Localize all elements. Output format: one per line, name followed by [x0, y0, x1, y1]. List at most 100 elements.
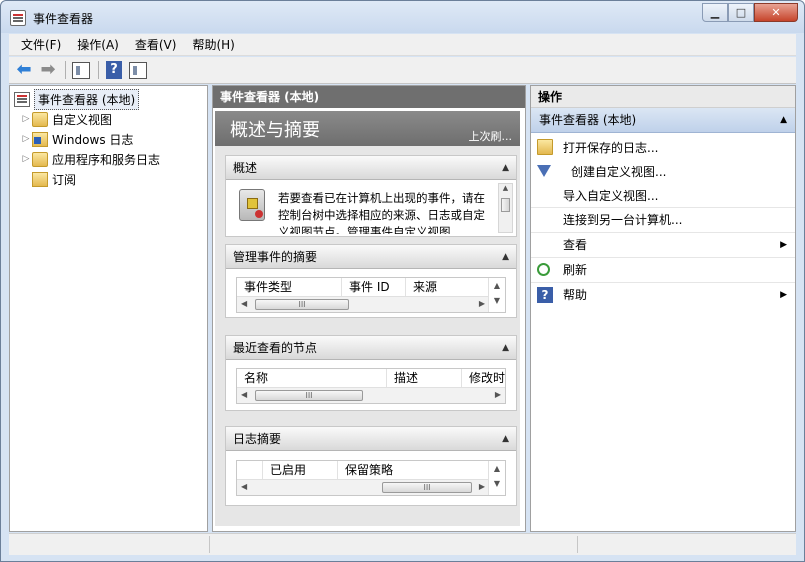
- column-header[interactable]: 来源: [406, 278, 488, 296]
- action-create-custom-view[interactable]: 创建自定义视图...: [531, 159, 795, 183]
- scroll-thumb[interactable]: III: [255, 299, 349, 310]
- column-header[interactable]: 名称: [237, 369, 387, 387]
- tree-item-app-service-logs[interactable]: ▷ 应用程序和服务日志: [20, 149, 160, 169]
- expand-icon[interactable]: ▷: [20, 154, 32, 164]
- collapse-icon[interactable]: ▲: [502, 156, 509, 180]
- help-icon: ?: [106, 61, 122, 79]
- overview-section: 概述 ▲ 若要查看已在计算机上出现的事件，请在控制台树中选择相应的来源、日志或自…: [225, 155, 517, 237]
- column-header[interactable]: 修改时: [462, 369, 507, 387]
- actions-group-label: 事件查看器 (本地): [539, 113, 637, 127]
- status-divider: [577, 536, 578, 553]
- collapse-icon[interactable]: ▲: [502, 245, 509, 269]
- center-header: 事件查看器 (本地): [213, 86, 525, 108]
- grid-header: 已启用 保留策略: [237, 461, 488, 479]
- grid-header: 事件类型 事件 ID 来源: [237, 278, 488, 296]
- recent-nodes-grid: 名称 描述 修改时 ◀ III ▶: [236, 368, 506, 404]
- overview-scrollbar[interactable]: ▲: [498, 183, 513, 233]
- scroll-right-icon[interactable]: ▶: [495, 390, 501, 399]
- section-title: 最近查看的节点: [233, 341, 318, 355]
- action-import-custom-view[interactable]: 导入自定义视图...: [531, 183, 795, 207]
- horizontal-scrollbar[interactable]: ◀ III ▶: [237, 387, 505, 403]
- column-header[interactable]: 已启用: [263, 461, 338, 479]
- open-folder-icon: [537, 139, 553, 155]
- tree-item-label: Windows 日志: [52, 132, 134, 147]
- help-button[interactable]: ?: [103, 59, 125, 81]
- overview-section-header[interactable]: 概述 ▲: [226, 156, 516, 180]
- collapse-icon[interactable]: ▲: [502, 427, 509, 451]
- scroll-up-icon[interactable]: ▲: [499, 184, 512, 192]
- menu-action[interactable]: 操作(A): [69, 34, 127, 56]
- column-header[interactable]: [237, 461, 263, 479]
- horizontal-scrollbar[interactable]: ◀ III ▶: [237, 479, 489, 495]
- actions-group-header[interactable]: 事件查看器 (本地) ▲: [531, 108, 795, 133]
- menu-view[interactable]: 查看(V): [127, 34, 185, 56]
- forward-button[interactable]: ➡: [37, 59, 59, 81]
- scroll-right-icon[interactable]: ▶: [479, 299, 485, 308]
- tree-item-windows-logs[interactable]: ▷ Windows 日志: [20, 129, 133, 149]
- scroll-thumb[interactable]: [501, 198, 510, 212]
- blank-icon: [537, 212, 553, 228]
- action-refresh[interactable]: 刷新: [531, 257, 795, 281]
- overview-title: 概述与摘要: [230, 120, 320, 141]
- grid-header: 名称 描述 修改时: [237, 369, 507, 387]
- title-bar[interactable]: 事件查看器 ▁ □ ✕: [1, 1, 804, 33]
- scroll-right-icon[interactable]: ▶: [479, 482, 485, 491]
- tree-root[interactable]: 事件查看器 (本地): [14, 88, 140, 110]
- action-help[interactable]: ? 帮助 ▶: [531, 282, 795, 306]
- expand-icon[interactable]: ▷: [20, 114, 32, 124]
- section-title: 概述: [233, 161, 258, 175]
- last-refresh-link[interactable]: 上次刷...: [469, 128, 513, 144]
- minimize-button[interactable]: ▁: [702, 3, 728, 22]
- submenu-arrow-icon: ▶: [780, 289, 787, 300]
- action-label: 刷新: [563, 263, 588, 277]
- menu-file[interactable]: 文件(F): [13, 34, 69, 56]
- action-label: 帮助: [563, 288, 588, 302]
- actions-header: 操作: [531, 86, 795, 108]
- scroll-left-icon[interactable]: ◀: [241, 299, 247, 308]
- blank-icon: [537, 187, 553, 203]
- toolbar: ⬅ ➡ ?: [9, 57, 796, 84]
- console-tree: 事件查看器 (本地) ▷ 自定义视图 ▷ Windows 日志 ▷ 应用程序和服…: [9, 85, 208, 532]
- show-hide-tree-button[interactable]: [70, 59, 92, 81]
- center-body: 概述 ▲ 若要查看已在计算机上出现的事件，请在控制台树中选择相应的来源、日志或自…: [215, 146, 520, 526]
- action-label: 创建自定义视图...: [571, 164, 667, 179]
- expand-icon[interactable]: ▷: [20, 134, 32, 144]
- maximize-button[interactable]: □: [728, 3, 754, 22]
- column-header[interactable]: 保留策略: [338, 461, 488, 479]
- collapse-icon[interactable]: ▲: [502, 336, 509, 360]
- overview-banner: 概述与摘要 上次刷...: [215, 111, 520, 146]
- collapse-icon[interactable]: ▲: [780, 108, 787, 133]
- back-button[interactable]: ⬅: [13, 59, 35, 81]
- column-header[interactable]: 描述: [387, 369, 462, 387]
- scroll-left-icon[interactable]: ◀: [241, 482, 247, 491]
- blank-icon: [537, 237, 553, 253]
- horizontal-scrollbar[interactable]: ◀ III ▶: [237, 296, 489, 312]
- events-summary-header[interactable]: 管理事件的摘要 ▲: [226, 245, 516, 269]
- event-viewer-app-icon: [10, 10, 26, 26]
- windows-log-icon: [32, 131, 48, 147]
- toolbar-separator: [65, 61, 66, 79]
- filter-icon: [537, 165, 551, 177]
- actions-pane: 操作 事件查看器 (本地) ▲ 打开保存的日志... 创建自定义视图... 导入…: [530, 85, 796, 532]
- show-hide-action-button[interactable]: [127, 59, 149, 81]
- scroll-left-icon[interactable]: ◀: [241, 390, 247, 399]
- log-summary-header[interactable]: 日志摘要 ▲: [226, 427, 516, 451]
- menu-help[interactable]: 帮助(H): [184, 34, 242, 56]
- action-label: 查看: [563, 238, 588, 252]
- close-button[interactable]: ✕: [754, 3, 798, 22]
- column-header[interactable]: 事件 ID: [342, 278, 406, 296]
- action-open-saved-log[interactable]: 打开保存的日志...: [531, 135, 795, 159]
- tree-item-custom-views[interactable]: ▷ 自定义视图: [20, 109, 112, 129]
- recent-nodes-header[interactable]: 最近查看的节点 ▲: [226, 336, 516, 360]
- action-view[interactable]: 查看 ▶: [531, 232, 795, 256]
- status-bar: [9, 533, 796, 555]
- scroll-thumb[interactable]: III: [255, 390, 363, 401]
- section-title: 日志摘要: [233, 432, 282, 446]
- action-connect-computer[interactable]: 连接到另一台计算机...: [531, 207, 795, 231]
- vertical-scroll-arrows[interactable]: ▲ ▼: [488, 278, 505, 312]
- section-title: 管理事件的摘要: [233, 250, 318, 264]
- column-header[interactable]: 事件类型: [237, 278, 342, 296]
- scroll-thumb[interactable]: III: [382, 482, 472, 493]
- tree-item-subscriptions[interactable]: 订阅: [32, 169, 76, 189]
- vertical-scroll-arrows[interactable]: ▲ ▼: [488, 461, 505, 495]
